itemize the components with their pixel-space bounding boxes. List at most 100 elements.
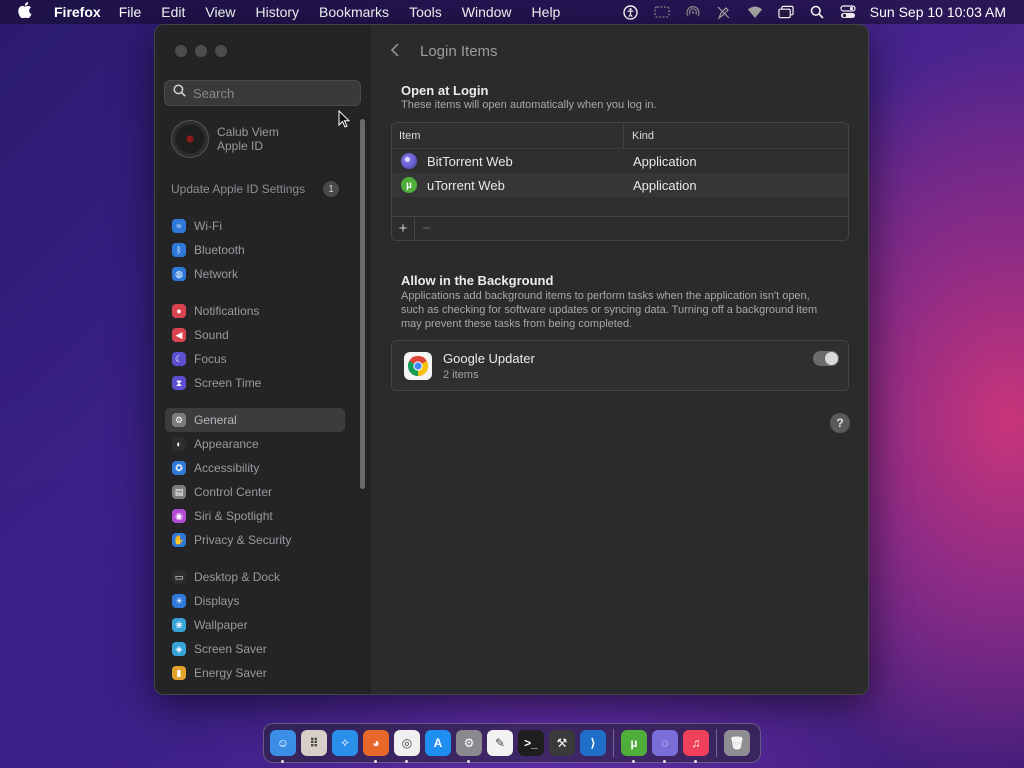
menu-file[interactable]: File xyxy=(119,4,142,20)
toggle-knob xyxy=(825,352,838,365)
pen-icon[interactable] xyxy=(716,4,732,20)
sidebar-item-sound[interactable]: ◀ Sound xyxy=(165,323,345,347)
sidebar-item-desktop-dock[interactable]: ▭ Desktop & Dock xyxy=(165,565,345,589)
screen-record-icon[interactable] xyxy=(654,4,670,20)
apple-menu-icon[interactable] xyxy=(18,2,40,22)
chrome-icon[interactable]: ◎ xyxy=(394,730,420,763)
sidebar-item-screen-saver[interactable]: ◈ Screen Saver xyxy=(165,637,345,661)
menu-view[interactable]: View xyxy=(205,4,235,20)
app-store-icon[interactable]: A xyxy=(425,730,451,756)
bell-icon: ● xyxy=(172,304,186,318)
vscode-icon[interactable]: ⟩ xyxy=(580,730,606,756)
accessibility-icon: ✪ xyxy=(172,461,186,475)
sidebar-item-accessibility[interactable]: ✪ Accessibility xyxy=(165,456,345,480)
help-button[interactable]: ? xyxy=(830,413,850,433)
textedit-icon[interactable]: ✎ xyxy=(487,730,513,756)
control-center-icon[interactable] xyxy=(840,4,856,20)
spotlight-icon[interactable] xyxy=(809,4,825,20)
sidebar-search[interactable] xyxy=(164,80,361,106)
sidebar-item-bluetooth[interactable]: ᛒ Bluetooth xyxy=(165,238,345,262)
system-settings-icon[interactable]: ⚙ xyxy=(456,730,482,763)
sidebar-item-label: Network xyxy=(194,267,239,281)
window-controls xyxy=(175,45,235,57)
sidebar-item-notifications[interactable]: ● Notifications xyxy=(165,299,345,323)
accessibility-icon[interactable] xyxy=(623,4,639,20)
update-apple-id-row[interactable]: Update Apple ID Settings 1 xyxy=(171,181,339,197)
dock-separator xyxy=(716,729,717,757)
sidebar-item-displays[interactable]: ☀ Displays xyxy=(165,589,345,613)
sidebar-item-wi-fi[interactable]: ≈ Wi-Fi xyxy=(165,214,345,238)
control-center-icon: ▤ xyxy=(172,485,186,499)
sidebar-item-energy-saver[interactable]: ▮ Energy Saver xyxy=(165,661,345,685)
app-name-menu[interactable]: Firefox xyxy=(54,4,101,20)
airdrop-icon[interactable] xyxy=(685,4,701,20)
column-kind[interactable]: Kind xyxy=(623,123,654,149)
page-title: Login Items xyxy=(420,43,498,60)
zoom-window-button[interactable] xyxy=(215,45,227,57)
allow-background-heading: Allow in the Background xyxy=(401,273,554,288)
minimize-window-button[interactable] xyxy=(195,45,207,57)
kind-cell: Application xyxy=(633,177,697,193)
column-item[interactable]: Item xyxy=(392,130,623,142)
terminal-icon[interactable]: >_ xyxy=(518,730,544,756)
menu-help[interactable]: Help xyxy=(532,4,561,20)
window-icon[interactable] xyxy=(778,4,794,20)
dock: ☺ ⠿ ✧ ◕ ◎ A ⚙ ✎ >_ ⚒ ⟩ µ ◌ ♫ 🗑 xyxy=(263,723,761,763)
open-at-login-subtitle: These items will open automatically when… xyxy=(401,99,657,111)
sidebar-item-general[interactable]: ⚙ General xyxy=(165,408,345,432)
appearance-icon: ◐ xyxy=(172,437,186,451)
running-indicator xyxy=(632,760,635,763)
launchpad-icon[interactable]: ⠿ xyxy=(301,730,327,756)
menu-window[interactable]: Window xyxy=(462,4,512,20)
table-row[interactable]: µ uTorrent Web Application xyxy=(392,173,848,197)
sidebar-item-screen-time[interactable]: ⧗ Screen Time xyxy=(165,371,345,395)
sidebar-item-control-center[interactable]: ▤ Control Center xyxy=(165,480,345,504)
menu-bar: Firefox File Edit View History Bookmarks… xyxy=(0,0,1024,24)
chrome-icon xyxy=(404,352,432,380)
close-window-button[interactable] xyxy=(175,45,187,57)
search-input[interactable] xyxy=(193,85,353,101)
safari-icon[interactable]: ✧ xyxy=(332,730,358,756)
sidebar-scrollbar[interactable] xyxy=(360,119,365,489)
battery-icon: ▮ xyxy=(172,666,186,680)
bittorrent-icon[interactable]: ◌ xyxy=(652,730,678,763)
search-icon xyxy=(173,84,186,102)
table-row[interactable]: BitTorrent Web Application xyxy=(392,149,848,173)
sidebar-item-appearance[interactable]: ◐ Appearance xyxy=(165,432,345,456)
avatar xyxy=(171,120,209,158)
kind-cell: Application xyxy=(633,153,697,169)
account-name: Calub Viem xyxy=(217,125,279,139)
firefox-icon[interactable]: ◕ xyxy=(363,730,389,763)
menu-clock[interactable]: Sun Sep 10 10:03 AM xyxy=(870,4,1006,20)
utilities-icon[interactable]: ⚒ xyxy=(549,730,575,756)
utorrent-icon[interactable]: µ xyxy=(621,730,647,763)
add-login-item-button[interactable]: + xyxy=(392,218,414,240)
apple-id-account[interactable]: Calub Viem Apple ID xyxy=(171,120,279,158)
background-item-toggle[interactable] xyxy=(813,351,839,366)
music-icon[interactable]: ♫ xyxy=(683,730,709,763)
sidebar-item-focus[interactable]: ☾ Focus xyxy=(165,347,345,371)
sidebar-group-network: ≈ Wi-Fi ᛒ Bluetooth ◍ Network xyxy=(165,214,345,286)
menu-history[interactable]: History xyxy=(255,4,299,20)
wifi-icon[interactable] xyxy=(747,4,763,20)
running-indicator xyxy=(694,760,697,763)
sidebar-item-wallpaper[interactable]: ❀ Wallpaper xyxy=(165,613,345,637)
trash-icon[interactable]: 🗑 xyxy=(724,730,750,756)
sidebar-group-desktop: ▭ Desktop & Dock ☀ Displays ❀ Wallpaper ◈ Scree… xyxy=(165,565,345,685)
back-button[interactable] xyxy=(390,42,400,63)
sidebar-item-label: Displays xyxy=(194,594,240,608)
menu-tools[interactable]: Tools xyxy=(409,4,442,20)
finder-icon[interactable]: ☺ xyxy=(270,730,296,763)
open-at-login-heading: Open at Login xyxy=(401,83,489,98)
sidebar-item-privacy-security[interactable]: ✋ Privacy & Security xyxy=(165,528,345,552)
menu-edit[interactable]: Edit xyxy=(161,4,185,20)
sidebar-item-network[interactable]: ◍ Network xyxy=(165,262,345,286)
menu-bookmarks[interactable]: Bookmarks xyxy=(319,4,389,20)
sidebar-item-siri-spotlight[interactable]: ◉ Siri & Spotlight xyxy=(165,504,345,528)
sidebar-item-label: Control Center xyxy=(194,485,273,499)
item-name: uTorrent Web xyxy=(427,177,505,193)
remove-login-item-button[interactable]: − xyxy=(414,217,438,240)
table-header: Item Kind xyxy=(392,123,848,149)
background-item-name: Google Updater xyxy=(443,351,535,366)
running-indicator xyxy=(374,760,377,763)
